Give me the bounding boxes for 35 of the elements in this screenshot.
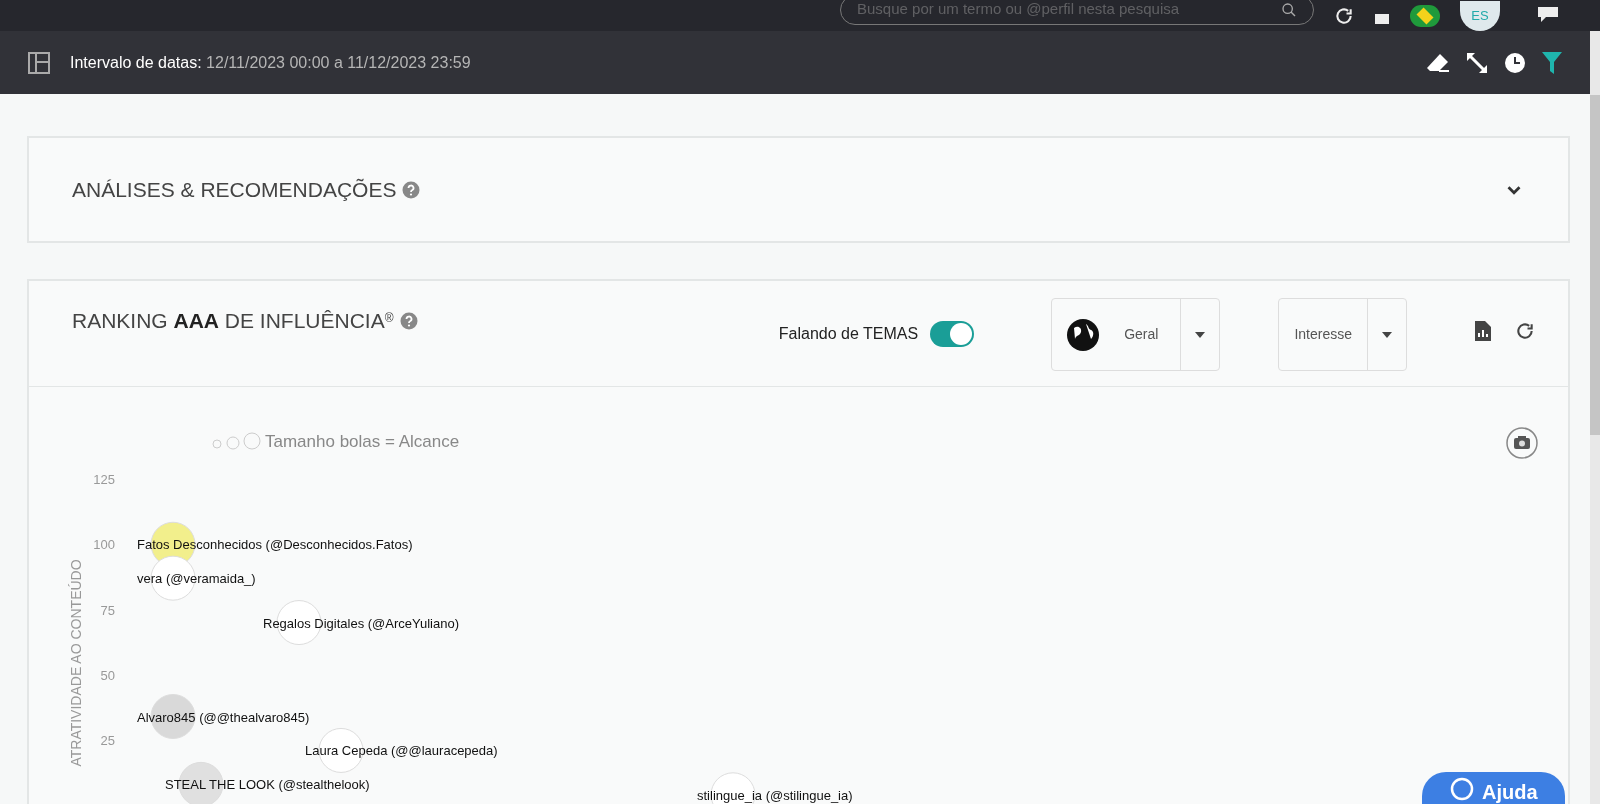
bubble-label: vera (@veramaida_)	[137, 571, 256, 587]
axis-tick-label: 25	[100, 733, 115, 748]
toggle-switch[interactable]	[930, 321, 975, 347]
axis-title: ATRATIVIDADE AO CONTEÚDO	[68, 559, 84, 767]
legend-drawing	[212, 432, 261, 450]
axis-tick-label: 50	[100, 667, 115, 683]
bubble-label: Regalos Digitales (@ArceYuliano)	[263, 615, 459, 631]
refresh-icon[interactable]	[1334, 5, 1354, 26]
flag-icon[interactable]	[1410, 4, 1440, 27]
bubble-label: Fatos Desconhecidos (@Desconhecidos.Fatos)	[137, 537, 413, 553]
bubble-label: Laura Cepeda (@@lauracepeda)	[305, 743, 498, 759]
report-icon[interactable]	[1475, 321, 1491, 341]
chart-legend-text: Tamanho bolas = Alcance	[265, 432, 460, 451]
date-range-text: Intervalo de datas: 12/11/2023 00:00 a 11/12/2023 23:59	[70, 52, 471, 73]
axis-tick-label: 75	[100, 602, 115, 618]
camera-icon[interactable]	[1506, 427, 1538, 459]
bubble-label: stilingue_ia (@stilingue_ia)	[697, 787, 853, 803]
panel-title: RANKING AAA DE INFLUÊNCIA$^{®}$	[72, 308, 394, 334]
panel-title: ANÁLISES & RECOMENDAÇÕES	[72, 176, 397, 203]
search-icon[interactable]	[1281, 1, 1297, 18]
help-button[interactable]: Ajuda	[1422, 772, 1565, 804]
axis-tick-label: 125	[93, 472, 115, 487]
scrollbar-thumb[interactable]	[1590, 95, 1600, 435]
expand-icon[interactable]	[1466, 51, 1488, 74]
eraser-icon[interactable]	[1426, 52, 1450, 73]
chat-icon[interactable]	[1536, 6, 1560, 25]
layout-icon[interactable]	[28, 51, 50, 74]
toggle-label: Falando de TEMAS	[778, 324, 919, 344]
axis-tick-label: 100	[93, 537, 115, 553]
clock-icon[interactable]	[1504, 51, 1526, 74]
refresh-icon[interactable]	[1515, 321, 1535, 341]
bubble-label: Alvaro845 (@@thealvaro845)	[137, 709, 310, 725]
filter-icon[interactable]	[1542, 51, 1562, 74]
bubble-label: STEAL THE LOOK (@stealthelook)	[165, 777, 370, 793]
globe-icon	[1066, 317, 1101, 352]
